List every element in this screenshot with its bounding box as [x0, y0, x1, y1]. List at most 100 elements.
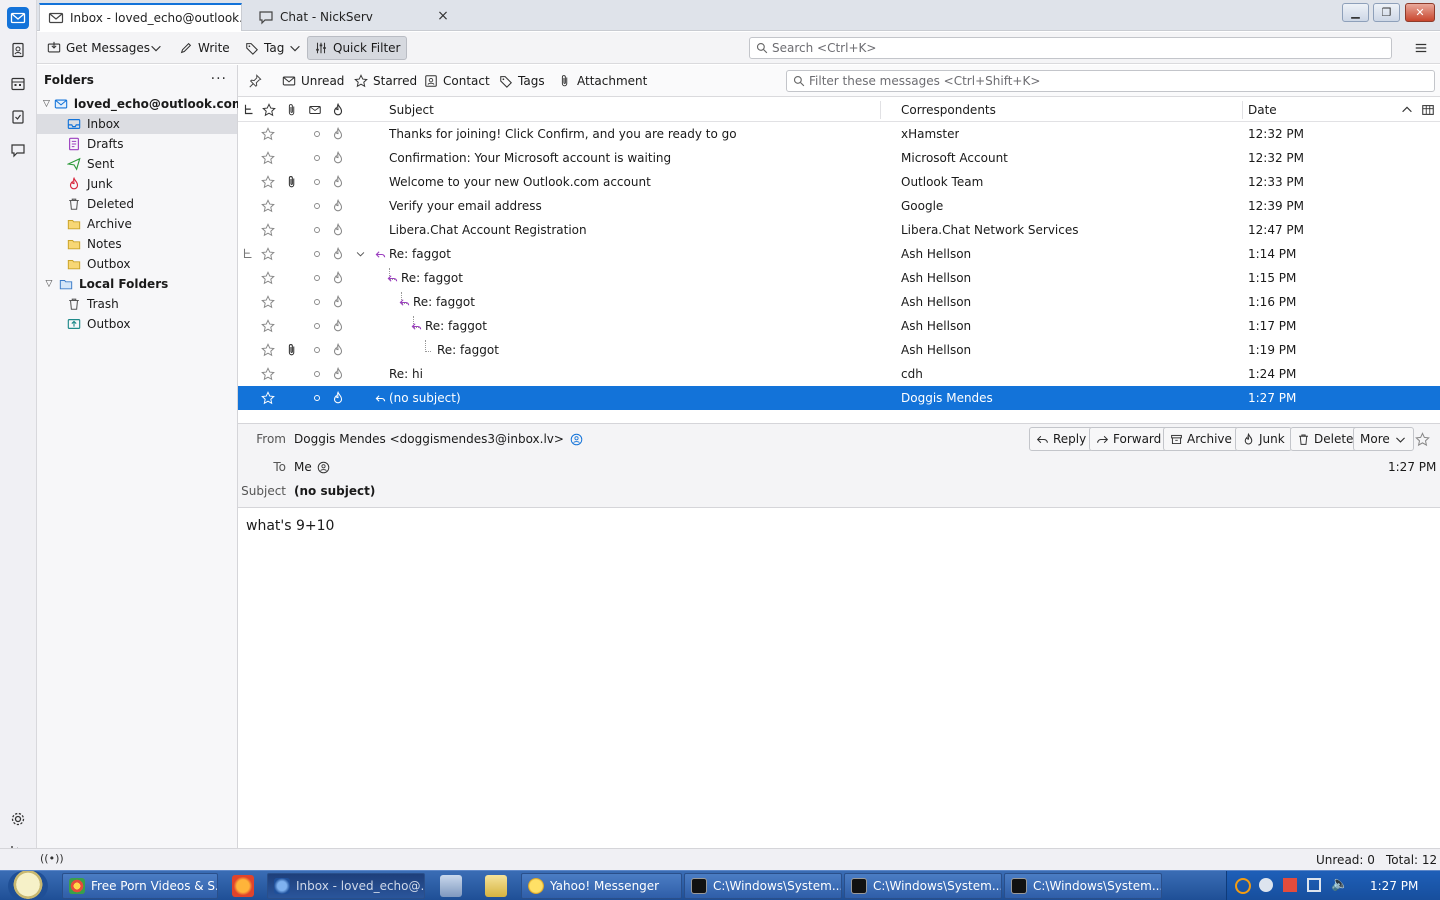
subject-column-header[interactable]: Subject [389, 98, 434, 122]
star-toggle-icon[interactable] [261, 314, 275, 338]
network-tray-icon[interactable] [1307, 878, 1321, 892]
folder-local-outbox[interactable]: Outbox [37, 314, 237, 334]
junk-status-icon[interactable] [331, 266, 345, 290]
sort-ascending-icon[interactable] [1400, 103, 1414, 117]
global-search-input[interactable]: Search <Ctrl+K> [749, 37, 1392, 59]
twisty-expanded-icon[interactable]: ▽ [43, 98, 50, 110]
star-toggle-icon[interactable] [261, 338, 275, 362]
minimize-button[interactable]: ▁ [1342, 3, 1369, 22]
security-alert-tray-icon[interactable] [1283, 878, 1297, 892]
write-button[interactable]: Write [173, 36, 236, 60]
date-column-header[interactable]: Date [1248, 98, 1277, 122]
thread-indicator-icon[interactable] [241, 242, 255, 266]
taskbar-clock[interactable]: 1:27 PM [1370, 879, 1418, 893]
junk-status-icon[interactable] [331, 314, 345, 338]
folder-sent[interactable]: Sent [37, 154, 237, 174]
reply-button[interactable]: Reply [1029, 427, 1094, 451]
settings-gear-icon[interactable] [7, 808, 29, 830]
get-messages-dropdown[interactable] [145, 36, 167, 60]
correspondents-column-header[interactable]: Correspondents [901, 98, 996, 122]
start-button[interactable] [8, 871, 48, 900]
table-row[interactable]: (no subject) Doggis Mendes 1:27 PM [238, 386, 1440, 410]
firefox-icon[interactable] [232, 875, 254, 897]
taskbar-item-cmd-3[interactable]: C:\Windows\System... [1004, 873, 1162, 899]
filter-messages-input[interactable]: Filter these messages <Ctrl+Shift+K> [786, 70, 1435, 92]
filter-attachment-button[interactable]: Attachment [558, 70, 647, 92]
filter-tags-button[interactable]: Tags [499, 70, 545, 92]
search-tray-icon[interactable] [1235, 878, 1251, 894]
junk-status-icon[interactable] [331, 194, 345, 218]
junk-status-icon[interactable] [331, 218, 345, 242]
junk-status-icon[interactable] [331, 122, 345, 146]
calendar-icon[interactable] [7, 73, 29, 95]
app-quicklaunch-icon[interactable] [440, 875, 462, 897]
folder-quicklaunch-icon[interactable] [485, 875, 507, 897]
table-row[interactable]: Re: faggot Ash Hellson 1:15 PM [238, 266, 1440, 290]
read-status-dot-icon[interactable] [312, 218, 322, 242]
read-status-dot-icon[interactable] [312, 146, 322, 170]
junk-status-icon[interactable] [331, 386, 345, 410]
attachment-column-icon[interactable] [285, 103, 299, 117]
junk-status-icon[interactable] [331, 146, 345, 170]
connection-status-icon[interactable]: ((•)) [40, 852, 64, 865]
delete-button[interactable]: Delete [1290, 427, 1361, 451]
folder-notes[interactable]: Notes [37, 234, 237, 254]
star-toggle-icon[interactable] [261, 362, 275, 386]
table-row[interactable]: Re: faggot Ash Hellson 1:16 PM [238, 290, 1440, 314]
close-tab-icon[interactable]: × [436, 9, 450, 23]
get-messages-button[interactable]: Get Messages [41, 36, 156, 60]
folder-deleted[interactable]: Deleted [37, 194, 237, 214]
folder-pane-more-icon[interactable]: ··· [211, 71, 227, 87]
mail-space-icon[interactable] [7, 7, 29, 29]
sticky-filter-pin-icon[interactable] [248, 70, 267, 92]
folder-archive[interactable]: Archive [37, 214, 237, 234]
table-row[interactable]: Re: hi cdh 1:24 PM [238, 362, 1440, 386]
folder-inbox[interactable]: Inbox [37, 114, 237, 134]
star-toggle-icon[interactable] [261, 146, 275, 170]
archive-button[interactable]: Archive [1163, 427, 1239, 451]
read-status-dot-icon[interactable] [312, 170, 322, 194]
junk-button[interactable]: Junk [1235, 427, 1292, 451]
column-picker-icon[interactable] [1421, 103, 1435, 117]
forward-button[interactable]: Forward [1089, 427, 1169, 451]
filter-unread-button[interactable]: Unread [282, 70, 344, 92]
star-toggle-icon[interactable] [261, 170, 275, 194]
chat-icon[interactable] [7, 139, 29, 161]
table-row[interactable]: Re: faggot Ash Hellson 1:14 PM [238, 242, 1440, 266]
star-toggle-icon[interactable] [261, 386, 275, 410]
read-status-dot-icon[interactable] [312, 194, 322, 218]
filter-contact-button[interactable]: Contact [424, 70, 490, 92]
tab-chat[interactable]: Chat - NickServ × [250, 3, 456, 31]
column-separator[interactable] [1242, 101, 1243, 119]
read-status-dot-icon[interactable] [312, 122, 322, 146]
junk-status-icon[interactable] [331, 242, 345, 266]
star-column-icon[interactable] [262, 103, 276, 117]
read-status-column-icon[interactable] [308, 103, 322, 117]
junk-status-icon[interactable] [331, 338, 345, 362]
star-toggle-icon[interactable] [261, 218, 275, 242]
column-separator[interactable] [880, 101, 881, 119]
read-status-dot-icon[interactable] [312, 242, 322, 266]
junk-status-icon[interactable] [331, 170, 345, 194]
contact-add-icon[interactable] [570, 433, 583, 446]
read-status-dot-icon[interactable] [312, 290, 322, 314]
filter-starred-button[interactable]: Starred [354, 70, 417, 92]
folder-local-folders[interactable]: ▽ Local Folders [37, 274, 237, 294]
taskbar-item-cmd-2[interactable]: C:\Windows\System... [844, 873, 1002, 899]
taskbar-item-cmd-1[interactable]: C:\Windows\System... [684, 873, 842, 899]
star-toggle-icon[interactable] [261, 122, 275, 146]
twisty-expanded-icon[interactable] [355, 242, 366, 266]
table-row[interactable]: Verify your email address Google 12:39 PM [238, 194, 1440, 218]
quick-filter-button[interactable]: Quick Filter [307, 36, 408, 60]
to-value[interactable]: Me [294, 460, 330, 474]
taskbar-item-browser[interactable]: Free Porn Videos & S... [62, 873, 218, 899]
star-message-icon[interactable] [1415, 432, 1430, 447]
star-toggle-icon[interactable] [261, 194, 275, 218]
folder-drafts[interactable]: Drafts [37, 134, 237, 154]
junk-status-column-icon[interactable] [331, 103, 345, 117]
star-toggle-icon[interactable] [261, 242, 275, 266]
taskbar-item-yahoo-messenger[interactable]: Yahoo! Messenger [521, 873, 682, 899]
table-row[interactable]: Welcome to your new Outlook.com account O… [238, 170, 1440, 194]
twisty-expanded-icon[interactable]: ▽ [43, 278, 55, 290]
thread-column-icon[interactable] [242, 103, 256, 117]
